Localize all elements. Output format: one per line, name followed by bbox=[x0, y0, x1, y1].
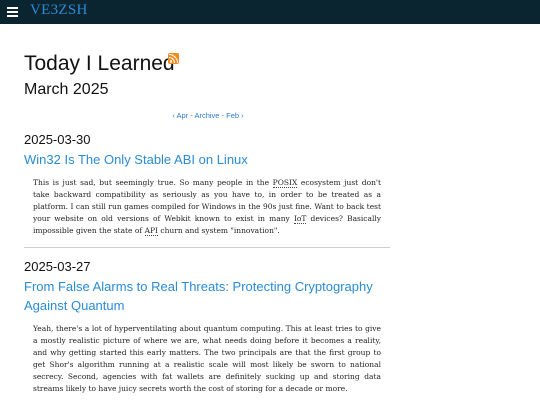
post-date: 2025-03-27 bbox=[24, 259, 91, 274]
post-title-link[interactable]: From False Alarms to Real Threats: Prote… bbox=[24, 277, 384, 315]
post-body: This is just sad, but seemingly true. So… bbox=[33, 177, 381, 237]
page-title: Today I Learned bbox=[24, 52, 175, 75]
archive-link[interactable]: Archive bbox=[194, 111, 219, 120]
hamburger-menu-icon[interactable] bbox=[7, 5, 18, 18]
abbreviation-posix: POSIX bbox=[272, 178, 298, 188]
post-title-link[interactable]: Win32 Is The Only Stable ABI on Linux bbox=[24, 150, 384, 169]
post-date: 2025-03-30 bbox=[24, 132, 91, 147]
next-month-link[interactable]: Feb › bbox=[226, 111, 244, 120]
rss-feed-icon[interactable] bbox=[168, 53, 179, 64]
post-divider bbox=[24, 247, 390, 248]
site-name-link[interactable]: VE3ZSH bbox=[30, 2, 88, 19]
post-body-text: This is just sad, but seemingly true. So… bbox=[33, 178, 273, 187]
month-navigation: ‹ Apr - Archive - Feb › bbox=[0, 111, 416, 120]
top-navigation-bar: VE3ZSH bbox=[0, 0, 540, 24]
month-heading: March 2025 bbox=[24, 81, 109, 98]
abbreviation-iot: IoT bbox=[293, 214, 307, 224]
previous-month-link[interactable]: ‹ Apr bbox=[172, 111, 188, 120]
abbreviation-api: API bbox=[144, 226, 158, 236]
post-body-text: churn and system "innovation". bbox=[158, 226, 280, 235]
post-body: Yeah, there's a lot of hyperventilating … bbox=[33, 324, 381, 393]
